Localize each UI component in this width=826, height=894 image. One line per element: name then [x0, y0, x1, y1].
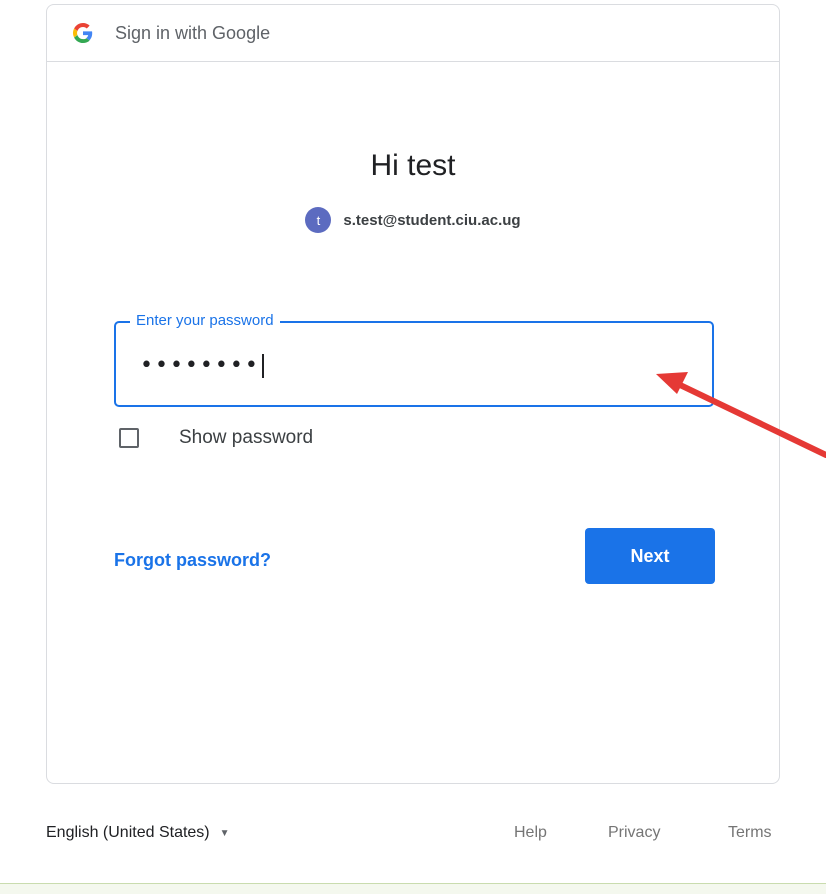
- language-label: English (United States): [46, 824, 210, 841]
- next-button[interactable]: Next: [585, 528, 715, 584]
- forgot-password-link[interactable]: Forgot password?: [114, 550, 271, 571]
- password-value: ••••••••: [140, 353, 264, 378]
- language-selector[interactable]: English (United States) ▼: [46, 824, 230, 842]
- header-label: Sign in with Google: [115, 22, 271, 43]
- caret-down-icon: ▼: [219, 827, 230, 839]
- password-input[interactable]: Enter your password ••••••••: [114, 312, 714, 407]
- avatar: t: [305, 207, 332, 233]
- show-password-toggle[interactable]: Show password: [119, 427, 313, 449]
- privacy-link[interactable]: Privacy: [608, 824, 660, 842]
- text-caret: [261, 354, 264, 378]
- footer: English (United States) ▼ Help Privacy T…: [46, 820, 780, 850]
- page-title: Hi test: [370, 149, 456, 182]
- show-password-label: Show password: [179, 427, 314, 448]
- google-g-icon: [73, 22, 93, 44]
- signin-card: Sign in with Google Hi test t s.test@stu…: [46, 4, 780, 784]
- terms-link[interactable]: Terms: [728, 824, 772, 842]
- account-email: s.test@student.ciu.ac.ug: [343, 211, 521, 229]
- bottom-strip: [0, 883, 826, 894]
- help-link[interactable]: Help: [514, 824, 547, 842]
- account-chip[interactable]: t s.test@student.ciu.ac.ug: [47, 207, 779, 233]
- card-header: Sign in with Google: [47, 5, 779, 62]
- password-label: Enter your password: [130, 312, 280, 329]
- show-password-checkbox[interactable]: [119, 428, 139, 448]
